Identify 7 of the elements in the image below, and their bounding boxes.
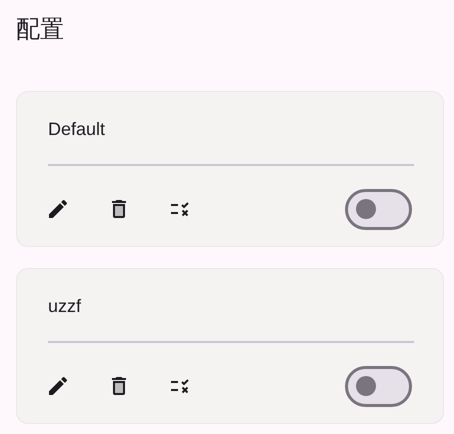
pencil-icon — [46, 197, 70, 221]
profile-name: Default — [48, 118, 106, 141]
toggle-switch[interactable] — [345, 188, 412, 230]
pencil-icon — [46, 374, 70, 398]
page-title: 配置 — [16, 15, 64, 45]
profile-name: uzzf — [48, 295, 82, 318]
toggle-switch[interactable] — [345, 366, 412, 406]
